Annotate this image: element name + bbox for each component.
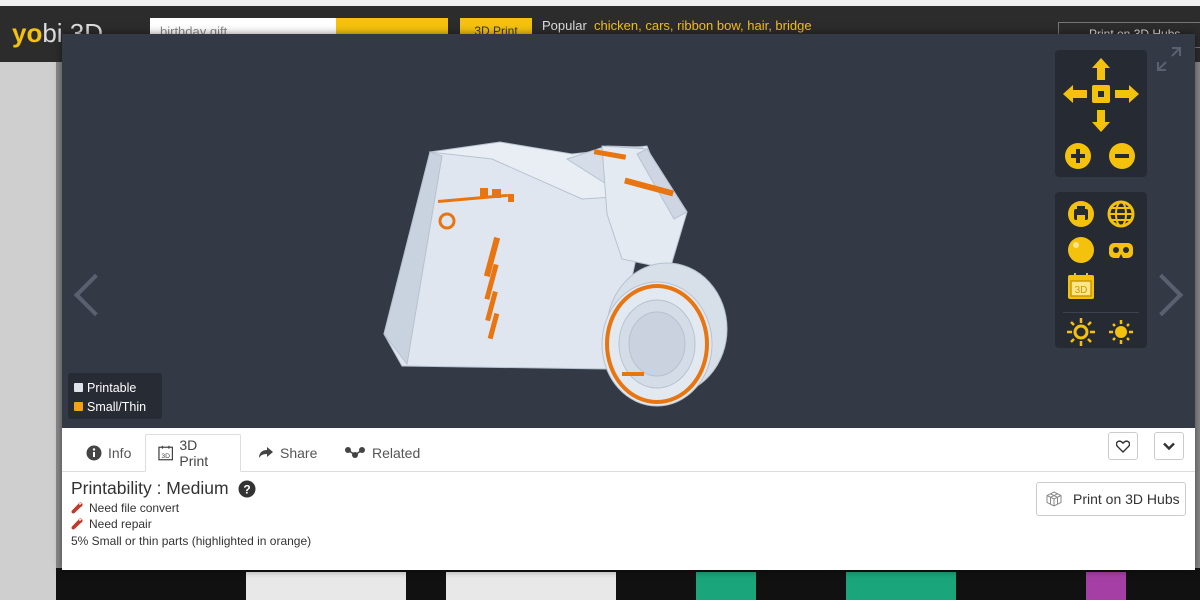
- brightness-up-icon[interactable]: [1105, 316, 1137, 348]
- print-on-3d-hubs-label: Print on 3D Hubs: [1073, 491, 1180, 507]
- result-thumbnail[interactable]: [446, 572, 616, 600]
- printer-view-icon[interactable]: [1065, 198, 1097, 230]
- legend-small-thin-label: Small/Thin: [87, 399, 147, 414]
- tab-share[interactable]: Share: [246, 434, 329, 472]
- help-question-icon[interactable]: ?: [238, 480, 256, 498]
- 3d-print-icon: 3D: [158, 445, 174, 461]
- issue-repair: Need repair: [89, 517, 152, 531]
- issue-item: Need file convert: [71, 501, 179, 515]
- issue-item: Need repair: [71, 517, 152, 531]
- collapse-details-button[interactable]: [1154, 432, 1184, 460]
- wrench-icon: [71, 518, 83, 530]
- svg-text:3D: 3D: [1075, 285, 1088, 296]
- panel-divider: [1063, 312, 1139, 313]
- legend-printable-label: Printable: [87, 380, 137, 395]
- legend-printable: Printable: [74, 378, 156, 397]
- network-icon: [345, 447, 365, 458]
- background-sidebar: [0, 62, 56, 600]
- result-thumbnail[interactable]: [696, 572, 756, 600]
- svg-text:?: ?: [243, 482, 250, 496]
- tab-related[interactable]: Related: [332, 434, 432, 472]
- tab-3d-print[interactable]: 3D 3D Print: [145, 434, 241, 472]
- camera-model-render[interactable]: [62, 34, 1195, 428]
- view-mode-panel: 3D: [1055, 192, 1147, 348]
- result-thumbnail[interactable]: [1086, 572, 1126, 600]
- material-sphere-icon[interactable]: [1065, 234, 1097, 266]
- result-thumbnail[interactable]: [846, 572, 956, 600]
- popular-searches: Popular chicken, cars, ribbon bow, hair,…: [542, 18, 812, 33]
- wrench-icon: [71, 502, 83, 514]
- pan-down-button[interactable]: [1085, 104, 1117, 136]
- model-detail-modal: Printable Small/Thin 3D Info 3D 3D Print…: [62, 34, 1195, 570]
- print-details-panel: Printability : Medium ? Need file conver…: [62, 472, 1195, 570]
- tab-share-label: Share: [280, 445, 318, 461]
- detail-tab-bar: Info 3D 3D Print Share Related: [62, 428, 1195, 472]
- 3d-hubs-logo-icon: [1046, 491, 1062, 507]
- result-thumbnail[interactable]: [246, 572, 406, 600]
- vr-headset-icon[interactable]: [1105, 234, 1137, 266]
- small-thin-swatch: [74, 402, 83, 411]
- zoom-out-button[interactable]: [1106, 140, 1138, 172]
- printability-legend: Printable Small/Thin: [68, 373, 162, 419]
- printability-label: Printability : Medium: [71, 478, 229, 498]
- 3d-view-icon[interactable]: 3D: [1065, 270, 1097, 302]
- heart-icon: [1116, 439, 1130, 453]
- print-on-3d-hubs-button[interactable]: Print on 3D Hubs: [1036, 482, 1186, 516]
- navigation-control-panel: [1055, 50, 1147, 177]
- favorite-button[interactable]: [1108, 432, 1138, 460]
- svg-text:3D: 3D: [161, 453, 170, 460]
- fullscreen-toggle-icon[interactable]: [1152, 42, 1186, 76]
- zoom-in-button[interactable]: [1062, 140, 1094, 172]
- brightness-down-icon[interactable]: [1065, 316, 1097, 348]
- globe-icon[interactable]: [1105, 198, 1137, 230]
- small-parts-summary: 5% Small or thin parts (highlighted in o…: [71, 534, 312, 548]
- printable-swatch: [74, 383, 83, 392]
- 3d-viewer[interactable]: Printable Small/Thin 3D: [62, 34, 1195, 428]
- tab-related-label: Related: [372, 445, 421, 461]
- info-icon: [86, 445, 102, 461]
- popular-tags[interactable]: chicken, cars, ribbon bow, hair, bridge: [594, 18, 812, 33]
- share-arrow-icon: [259, 447, 273, 458]
- chevron-down-icon: [1163, 442, 1175, 450]
- issue-file-convert: Need file convert: [89, 501, 180, 515]
- tab-3d-print-label: 3D Print: [179, 437, 209, 469]
- printability-rating: Printability : Medium ?: [71, 478, 256, 499]
- legend-small-thin: Small/Thin: [74, 397, 156, 416]
- tab-info-label: Info: [108, 445, 132, 461]
- tab-info[interactable]: Info: [74, 434, 143, 472]
- background-results-strip: [56, 568, 1200, 600]
